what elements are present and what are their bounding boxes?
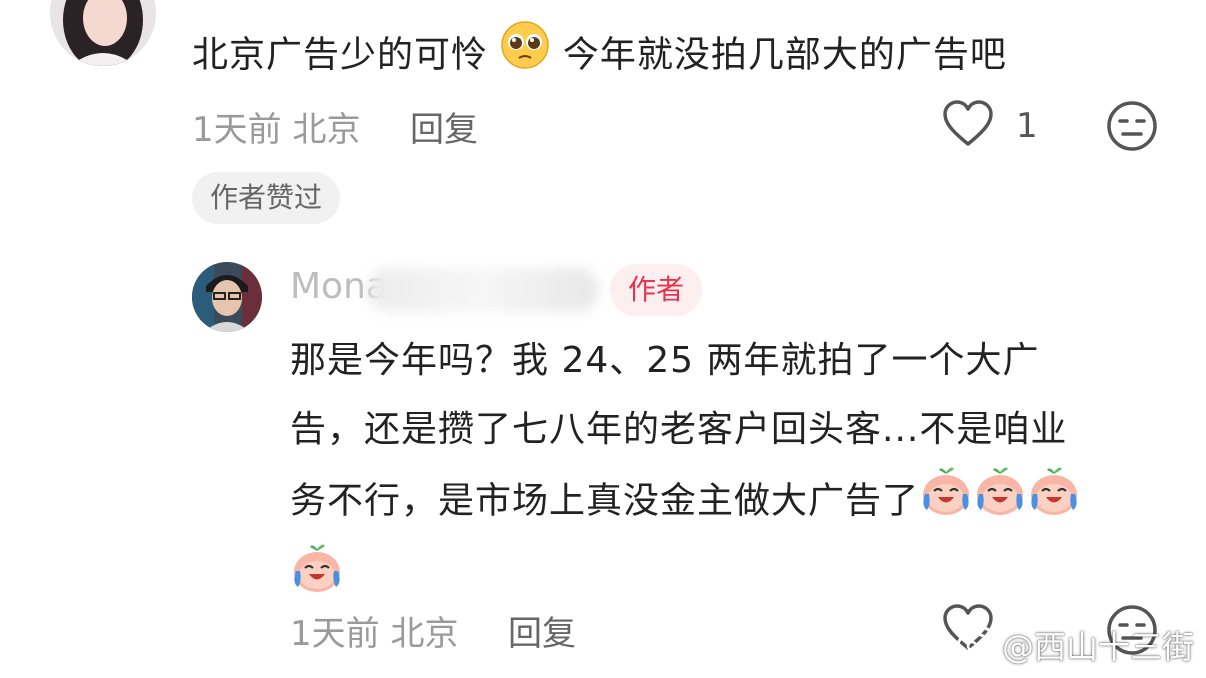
pleading-face-icon	[500, 20, 550, 93]
comment-text: 北京广告少的可怜 今年就没拍几部大的广告吧	[192, 20, 1007, 93]
weibo-logo-icon	[956, 624, 996, 666]
meh-face-icon	[1107, 101, 1157, 151]
username-blur-mask	[368, 268, 598, 312]
dislike-button[interactable]	[1106, 100, 1158, 156]
reply-time: 1天前 北京	[290, 614, 459, 654]
comment-text-part1: 北京广告少的可怜	[192, 34, 489, 76]
comment-time: 1天前 北京	[192, 110, 361, 150]
reply-button[interactable]: 回复	[508, 606, 576, 655]
author-avatar[interactable]	[192, 262, 262, 332]
reply-text-line2: 告，还是攒了七八年的老客户回头客...不是咱业	[290, 409, 1068, 450]
author-liked-badge: 作者赞过	[192, 172, 341, 224]
reply-text-line1: 那是今年吗？我 24、25 两年就拍了一个大广	[290, 340, 1040, 381]
crying-peach-icon	[1027, 464, 1081, 541]
reply-text-line3: 务不行，是市场上真没金主做大广告了	[290, 464, 1170, 541]
like-button[interactable]: 1	[942, 100, 1038, 152]
crying-peach-emoji-row	[919, 467, 1081, 522]
author-badge: 作者	[610, 264, 703, 316]
like-count: 1	[1016, 106, 1038, 146]
commenter-avatar[interactable]	[50, 0, 156, 66]
comment-location: 北京	[292, 110, 361, 150]
comment-text-part2: 今年就没拍几部大的广告吧	[562, 34, 1007, 76]
reply-location: 北京	[390, 614, 459, 654]
crying-peach-icon	[973, 464, 1027, 541]
reply-text: 那是今年吗？我 24、25 两年就拍了一个大广 告，还是攒了七八年的老客户回头客…	[290, 326, 1170, 618]
reply-button[interactable]: 回复	[410, 102, 478, 151]
weibo-watermark: @西山十三街	[956, 622, 1194, 668]
watermark-text: @西山十三街	[1001, 628, 1194, 666]
crying-peach-icon	[919, 464, 973, 541]
heart-icon	[942, 100, 994, 152]
